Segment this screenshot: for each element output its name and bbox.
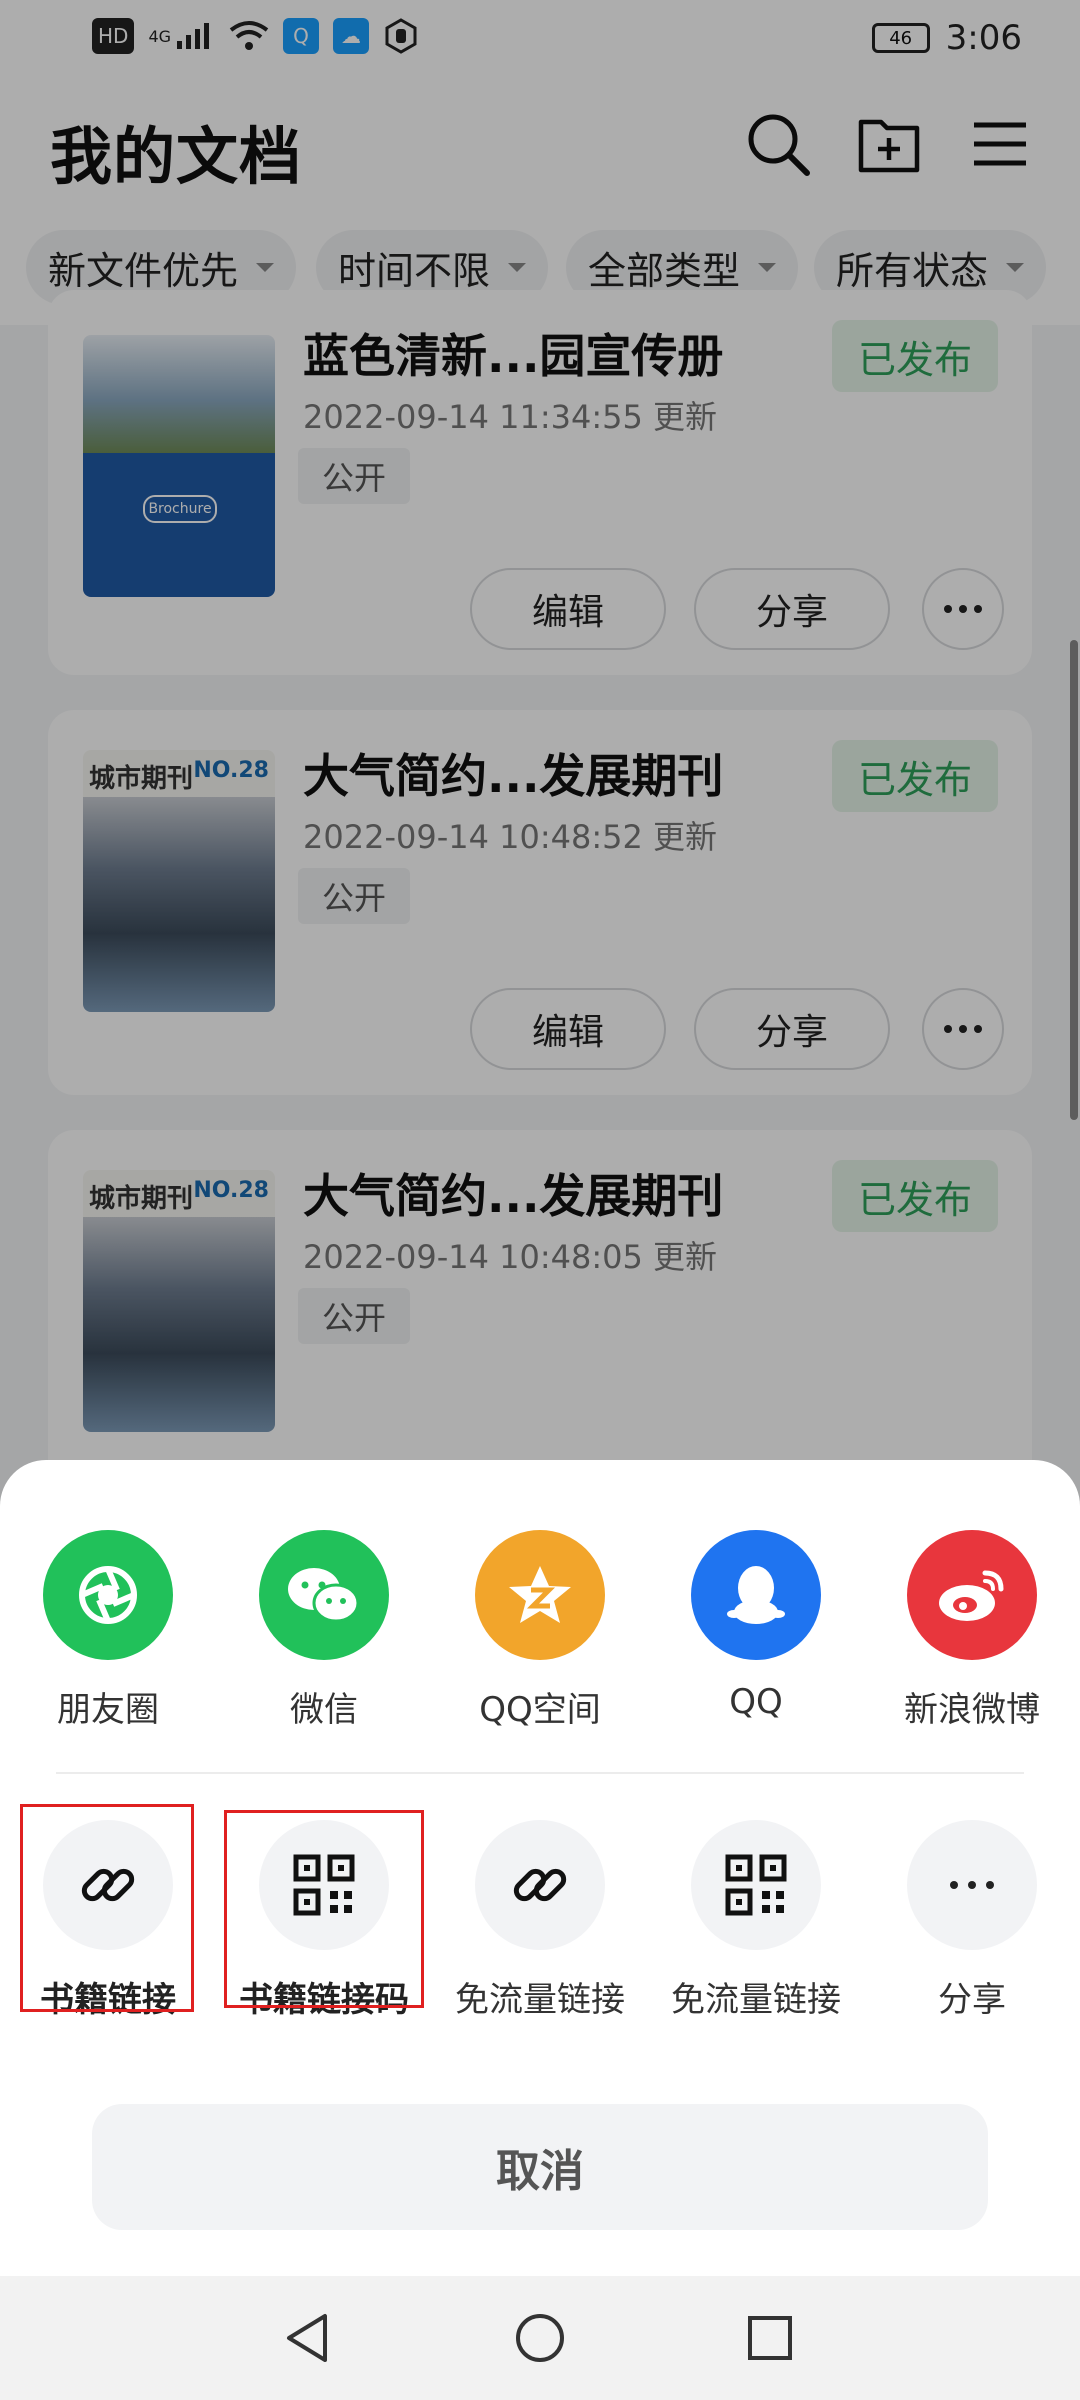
weibo-icon [907, 1530, 1037, 1660]
share-label: QQ空间 [479, 1690, 601, 1730]
highlight-box [224, 1810, 424, 2008]
share-label: 新浪微博 [904, 1690, 1040, 1730]
back-icon [287, 2314, 327, 2362]
qzone-icon [475, 1530, 605, 1660]
moments-icon [43, 1530, 173, 1660]
back-button[interactable] [277, 2306, 341, 2370]
more-icon [907, 1820, 1037, 1950]
qq-icon [691, 1530, 821, 1660]
screen: HD 4G Q ☁ 46 3:06 我的文档 新文件优先 时间不限 全部类型 所… [0, 0, 1080, 2400]
home-icon [516, 2314, 564, 2362]
share-label: QQ [729, 1682, 783, 1722]
share-label: 微信 [290, 1690, 358, 1730]
share-label: 朋友圈 [57, 1690, 159, 1730]
share-moments[interactable]: 朋友圈 [0, 1530, 216, 1731]
link-icon [475, 1820, 605, 1950]
qr-code-icon [691, 1820, 821, 1950]
wechat-icon [259, 1530, 389, 1660]
share-label: 免流量链接 [455, 1980, 625, 2020]
divider [56, 1772, 1024, 1774]
share-qzone[interactable]: QQ空间 [432, 1530, 648, 1731]
share-free-link[interactable]: 免流量链接 [432, 1820, 648, 2021]
system-nav-bar [0, 2276, 1080, 2400]
share-more[interactable]: 分享 [864, 1820, 1080, 2021]
highlight-box [20, 1804, 194, 2012]
recents-icon [748, 2316, 792, 2360]
share-weibo[interactable]: 新浪微博 [864, 1530, 1080, 1731]
cancel-button[interactable]: 取消 [92, 2104, 988, 2230]
recents-button[interactable] [738, 2306, 802, 2370]
share-label: 免流量链接 [671, 1980, 841, 2020]
share-label: 分享 [938, 1980, 1006, 2020]
home-button[interactable] [508, 2306, 572, 2370]
share-free-link-code[interactable]: 免流量链接 [648, 1820, 864, 2021]
share-wechat[interactable]: 微信 [216, 1530, 432, 1731]
share-qq[interactable]: QQ [648, 1530, 864, 1722]
share-sheet: 朋友圈 微信 QQ空间 QQ 新浪微博 书籍链接 书籍链接码 免流量链接 免流量… [0, 1460, 1080, 2400]
